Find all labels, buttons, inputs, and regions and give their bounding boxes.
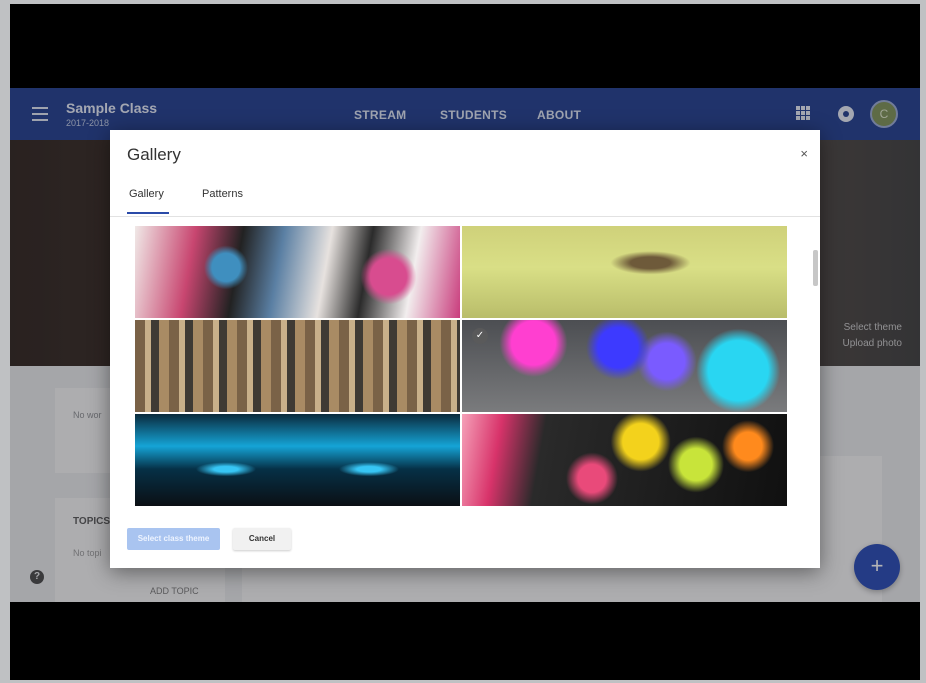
- active-tab-indicator: [127, 212, 169, 214]
- paint-brushes-image[interactable]: [135, 320, 460, 412]
- selected-check-icon: ✓: [472, 328, 488, 344]
- tabs-divider: [110, 216, 820, 217]
- tab-gallery[interactable]: Gallery: [129, 188, 164, 200]
- classroom-app: Sample Class 2017-2018 STREAM STUDENTS A…: [10, 88, 920, 602]
- gallery-scrollbar[interactable]: [813, 250, 818, 286]
- dialog-title: Gallery: [127, 145, 181, 164]
- video-frame: Sample Class 2017-2018 STREAM STUDENTS A…: [10, 4, 920, 680]
- blue-lab-equipment-image[interactable]: [135, 414, 460, 506]
- chemistry-flasks-image[interactable]: ✓: [462, 320, 787, 412]
- select-class-theme-button[interactable]: Select class theme: [127, 528, 220, 550]
- tab-patterns[interactable]: Patterns: [202, 188, 243, 200]
- gallery-dialog: Gallery × Gallery Patterns ✓ Select clas…: [110, 130, 820, 568]
- close-icon[interactable]: ×: [800, 146, 808, 161]
- cancel-button[interactable]: Cancel: [233, 528, 291, 550]
- paint-hands-image[interactable]: [135, 226, 460, 318]
- theme-image-grid: ✓: [135, 226, 787, 512]
- colored-pencils-bokeh-image[interactable]: [462, 414, 787, 506]
- book-heart-image[interactable]: [462, 226, 787, 318]
